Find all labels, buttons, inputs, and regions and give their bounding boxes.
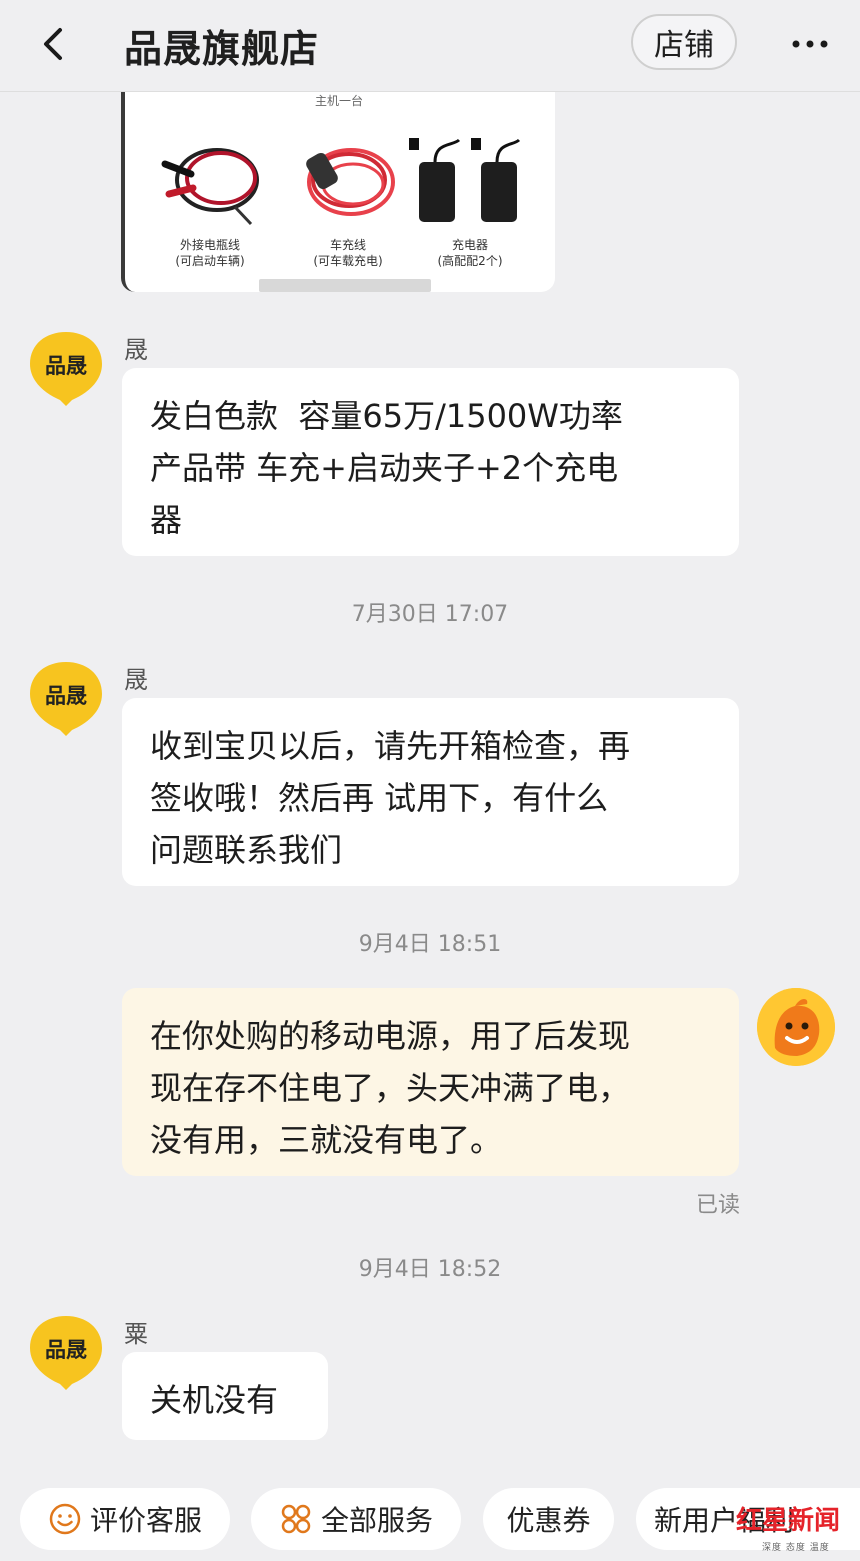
- message-text: 在你处购的移动电源，用了后发现 现在存不住电了，头天冲满了电， 没有用，三就没有…: [150, 1017, 631, 1159]
- avatar-text: 品晟: [45, 354, 87, 378]
- message-text: 收到宝贝以后，请先开箱检查，再 签收哦！然后再 试用下，有什么 问题联系我们: [150, 727, 631, 869]
- product-image-message[interactable]: 主机一台 外接电瓶线 (可启动车辆) 车充线 (可车载充电) 充电器 (高配配2…: [121, 92, 555, 292]
- timestamp: 9月4日 18:51: [358, 932, 502, 957]
- charger-adapters-image: [409, 138, 521, 222]
- rate-service-label: 评价客服: [89, 1504, 202, 1537]
- cartoon-avatar-icon: [757, 988, 835, 1066]
- message-text: 发白色款 容量65万/1500W功率 产品带 车充+启动夹子+2个充电 器: [150, 397, 623, 539]
- read-status: 已读: [696, 1193, 741, 1218]
- all-services-button[interactable]: 全部服务: [251, 1488, 461, 1550]
- store-avatar: 品晟: [28, 1314, 104, 1390]
- quick-action-bar: 评价客服 全部服务 优惠券 新用户福利: [0, 1480, 860, 1561]
- avatar-text: 品晟: [45, 684, 87, 708]
- accessory-chargers: 充电器 (高配配2个): [405, 132, 535, 269]
- message-text: 关机没有: [150, 1381, 279, 1419]
- store-title: 品晟旗舰店: [124, 27, 320, 71]
- store-avatar: 品晟: [28, 330, 104, 406]
- coupon-button[interactable]: 优惠券: [483, 1488, 614, 1550]
- accessory-label: 充电器: [451, 238, 488, 252]
- shop-button[interactable]: 店铺: [631, 14, 737, 70]
- watermark-logo: 红星新闻 深度 态度 温度: [734, 1496, 854, 1556]
- timestamp: 7月30日 17:07: [351, 602, 509, 627]
- jumper-cable-image: [161, 148, 259, 226]
- back-arrow-icon[interactable]: [34, 22, 74, 66]
- watermark-brand: 红星新闻: [736, 1506, 841, 1536]
- accessory-sublabel: (高配配2个): [437, 254, 503, 268]
- smile-icon: [49, 1503, 81, 1535]
- sender-name: 晟: [124, 336, 148, 364]
- accessory-cable: 外接电瓶线 (可启动车辆): [145, 132, 275, 269]
- store-avatar: 品晟: [28, 660, 104, 736]
- accessory-label: 车充线: [329, 238, 366, 252]
- chat-header: 品晟旗舰店 店铺: [0, 0, 860, 92]
- all-services-label: 全部服务: [320, 1504, 433, 1537]
- sender-name: 粟: [124, 1320, 148, 1348]
- sender-name: 晟: [124, 666, 148, 694]
- accessory-sublabel: (可车载充电): [313, 254, 383, 268]
- my-message-bubble[interactable]: 在你处购的移动电源，用了后发现 现在存不住电了，头天冲满了电， 没有用，三就没有…: [122, 988, 739, 1176]
- message-bubble[interactable]: 发白色款 容量65万/1500W功率 产品带 车充+启动夹子+2个充电 器: [122, 368, 739, 556]
- image-toolbar: [259, 279, 431, 292]
- avatar-text: 品晟: [45, 1338, 87, 1362]
- timestamp: 9月4日 18:52: [358, 1257, 502, 1282]
- message-bubble[interactable]: 收到宝贝以后，请先开箱检查，再 签收哦！然后再 试用下，有什么 问题联系我们: [122, 698, 739, 886]
- user-avatar: [757, 988, 835, 1066]
- rate-service-button[interactable]: 评价客服: [20, 1488, 230, 1550]
- more-options-icon[interactable]: [788, 24, 832, 64]
- image-caption-top: 主机一台: [315, 94, 364, 108]
- car-charger-cable-image: [306, 148, 395, 216]
- message-bubble[interactable]: 关机没有: [122, 1352, 328, 1440]
- grid-icon: [281, 1504, 311, 1534]
- coupon-label: 优惠券: [506, 1504, 591, 1537]
- accessory-sublabel: (可启动车辆): [175, 254, 245, 268]
- accessory-car-charger: 车充线 (可车载充电): [283, 132, 413, 269]
- watermark-tagline: 深度 态度 温度: [762, 1543, 830, 1553]
- accessory-label: 外接电瓶线: [179, 238, 240, 252]
